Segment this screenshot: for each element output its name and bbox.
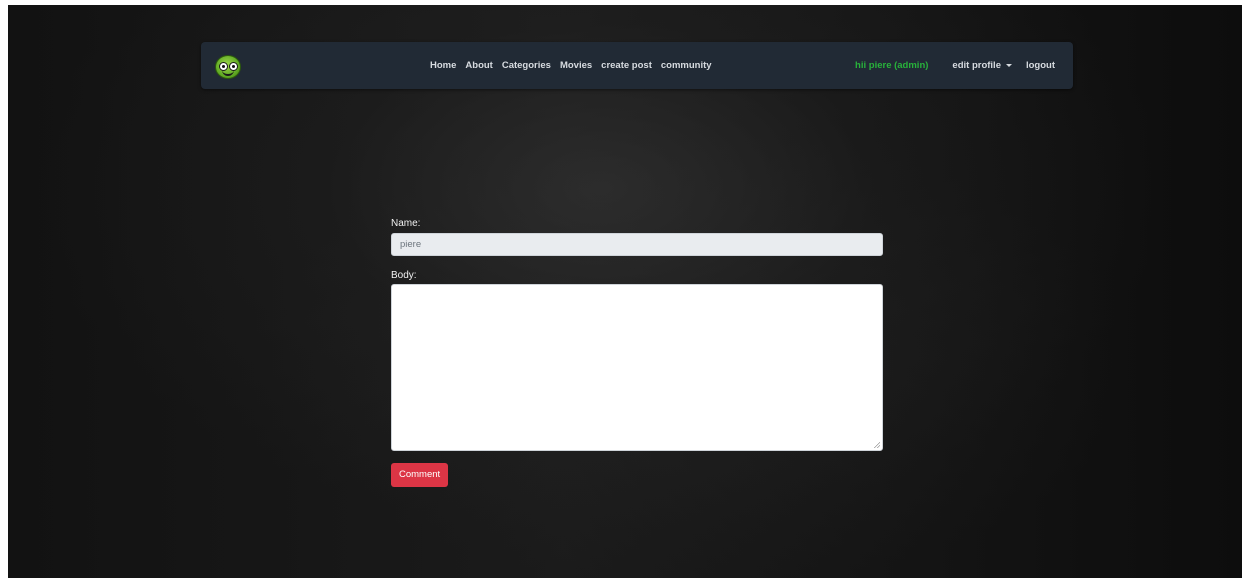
- nav-home-link[interactable]: Home: [430, 60, 456, 71]
- user-greeting: hii piere (admin): [855, 60, 929, 71]
- navbar: Home About Categories Movies create post…: [201, 42, 1073, 89]
- nav-user-area: hii piere (admin) edit profile logout: [855, 42, 1055, 89]
- nav-movies-link[interactable]: Movies: [560, 60, 592, 71]
- caret-down-icon: [1005, 64, 1012, 67]
- nav-about-link[interactable]: About: [465, 60, 492, 71]
- body-label: Body:: [391, 270, 417, 281]
- logo-mouth: [222, 70, 234, 76]
- smiley-face-logo-icon[interactable]: [215, 55, 241, 79]
- logout-link[interactable]: logout: [1026, 60, 1055, 71]
- name-field[interactable]: piere: [391, 233, 883, 256]
- nav-create-post-link[interactable]: create post: [601, 60, 652, 71]
- resize-grip-icon[interactable]: [874, 442, 880, 448]
- edit-profile-dropdown[interactable]: edit profile: [952, 60, 1012, 71]
- body-textarea[interactable]: [391, 284, 883, 451]
- name-label: Name:: [391, 218, 421, 229]
- comment-form: Name: piere Body: Comment: [391, 213, 883, 487]
- page-background: Home About Categories Movies create post…: [8, 5, 1242, 578]
- edit-profile-label[interactable]: edit profile: [952, 60, 1001, 71]
- nav-categories-link[interactable]: Categories: [502, 60, 551, 71]
- comment-button[interactable]: Comment: [391, 463, 449, 487]
- nav-community-link[interactable]: community: [661, 60, 712, 71]
- nav-links: Home About Categories Movies create post…: [430, 42, 712, 89]
